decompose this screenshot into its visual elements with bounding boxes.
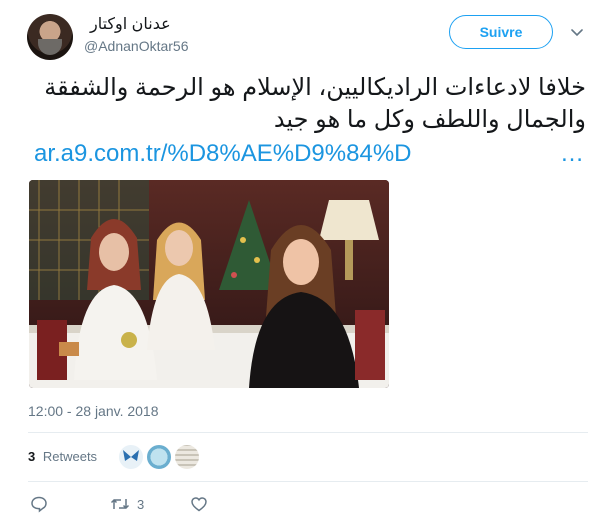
media-photo [29, 180, 389, 388]
link-ellipsis[interactable]: … [560, 140, 584, 168]
tweet-media-image[interactable] [29, 180, 389, 388]
tweet-timestamp[interactable]: 12:00 - 28 janv. 2018 [28, 403, 159, 419]
chevron-down-icon[interactable] [571, 26, 583, 38]
tweet-text-line-2: والجمال واللطف وكل ما هو جيد [273, 106, 586, 133]
retweeter-avatar[interactable] [146, 444, 172, 470]
author-handle[interactable]: @AdnanOktar56 [84, 38, 189, 54]
tweet-text-line-1: خلافا لادعاءات الراديكاليين، الإسلام هو … [44, 74, 586, 101]
tweet-text: خلافا لادعاءات الراديكاليين، الإسلام هو … [30, 72, 586, 136]
retweet-icon[interactable] [110, 495, 130, 513]
follow-button[interactable]: Suivre [449, 15, 553, 49]
author-name[interactable]: عدنان اوكتار [90, 14, 171, 34]
divider-top [28, 432, 588, 433]
retweeter-avatar[interactable] [174, 444, 200, 470]
retweeter-avatars[interactable] [118, 444, 208, 470]
retweet-count: 3 [28, 449, 36, 464]
divider-bottom [28, 481, 588, 482]
retweet-action-count: 3 [137, 496, 145, 512]
author-avatar[interactable] [27, 14, 73, 60]
reply-icon[interactable] [30, 495, 48, 513]
retweet-stat[interactable]: 3 Retweets [28, 449, 97, 464]
like-action[interactable] [190, 494, 208, 514]
heart-icon[interactable] [190, 495, 208, 513]
retweet-action[interactable]: 3 [110, 494, 144, 514]
reply-action[interactable] [30, 494, 48, 514]
link-url[interactable]: ar.a9.com.tr/%D8%AE%D9%84%D [34, 140, 411, 168]
follow-button-label: Suivre [479, 24, 523, 40]
tweet-link[interactable]: ar.a9.com.tr/%D8%AE%D9%84%D … [34, 140, 586, 170]
retweet-label: Retweets [42, 449, 98, 464]
retweeter-avatar[interactable] [118, 444, 144, 470]
